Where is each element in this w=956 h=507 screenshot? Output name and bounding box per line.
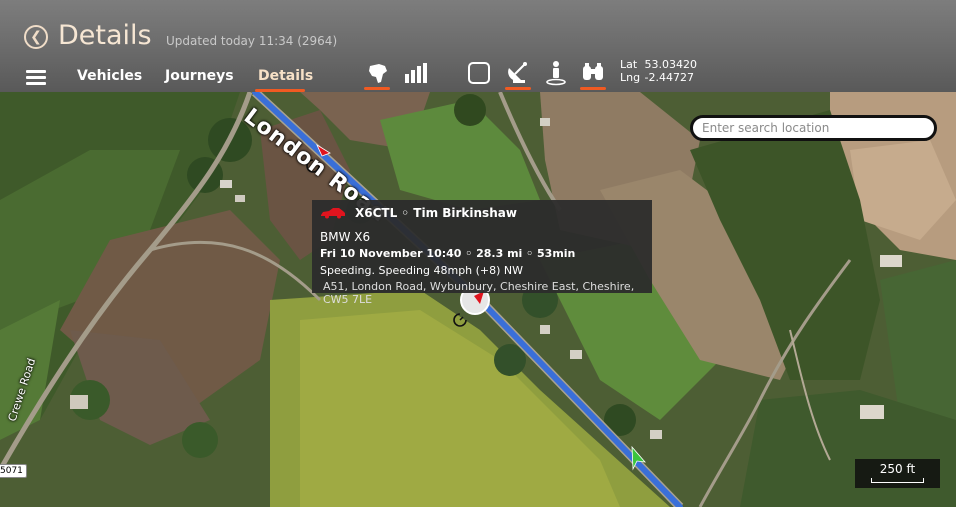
top-header: ❮ Details Updated today 11:34 (2964) Veh… <box>0 0 956 92</box>
street-view-button[interactable] <box>543 60 569 86</box>
satellite-dish-button[interactable] <box>505 60 531 86</box>
tab-journeys[interactable]: Journeys <box>165 68 234 84</box>
hamburger-icon[interactable] <box>26 70 46 86</box>
search-location-input[interactable] <box>690 115 937 141</box>
popup-header: X6CTL ◦ Tim Birkinshaw <box>320 206 644 220</box>
updated-status: Updated today 11:34 (2964) <box>166 34 338 48</box>
bar-chart-button[interactable] <box>403 60 429 86</box>
lat-value: 53.03420 <box>644 58 698 71</box>
square-select-icon <box>468 62 490 84</box>
back-button[interactable]: ❮ <box>24 25 48 49</box>
active-tab-indicator <box>255 89 305 92</box>
square-select-button[interactable] <box>466 60 492 86</box>
binoculars-icon <box>583 63 603 80</box>
popup-vehicle-model: BMW X6 <box>320 230 371 244</box>
scale-label: 250 ft <box>879 462 916 476</box>
bar-chart-icon <box>405 63 427 83</box>
lat-label: Lat <box>620 58 638 71</box>
car-icon <box>321 208 345 219</box>
tab-details[interactable]: Details <box>258 68 313 84</box>
coordinates-readout: Lat 53.03420 Lng -2.44727 <box>620 58 697 84</box>
popup-address: A51, London Road, Wybunbury, Cheshire Ea… <box>323 280 635 306</box>
event-info-popup: X6CTL ◦ Tim Birkinshaw BMW X6 Fri 10 Nov… <box>312 200 652 306</box>
satellite-dish-icon <box>508 62 527 83</box>
continent-map-button[interactable] <box>365 60 391 86</box>
popup-vehicle-driver: X6CTL ◦ Tim Birkinshaw <box>355 206 517 220</box>
continent-map-icon <box>369 64 387 83</box>
binoculars-button[interactable] <box>580 60 606 86</box>
lng-label: Lng <box>620 71 641 84</box>
scale-bar <box>871 478 924 483</box>
popup-event-description: Speeding. Speeding 48mph (+8) NW <box>320 264 524 277</box>
active-tool-indicator-binoculars <box>580 87 606 90</box>
street-view-person-icon <box>546 61 566 86</box>
page-title: Details <box>58 20 152 51</box>
journey-start-arrow[interactable] <box>631 445 646 471</box>
map-scale: 250 ft <box>855 459 940 488</box>
active-tool-indicator-satellite <box>505 87 531 90</box>
lng-value: -2.44727 <box>644 71 694 84</box>
speed-icon-selected[interactable] <box>453 313 467 327</box>
popup-journey-summary: Fri 10 November 10:40 ◦ 28.3 mi ◦ 53min <box>320 247 576 260</box>
road-number-shield: 5071 <box>0 464 27 478</box>
chevron-left-icon: ❮ <box>30 29 42 45</box>
active-tool-indicator-map <box>364 87 390 90</box>
tab-vehicles[interactable]: Vehicles <box>77 68 142 84</box>
